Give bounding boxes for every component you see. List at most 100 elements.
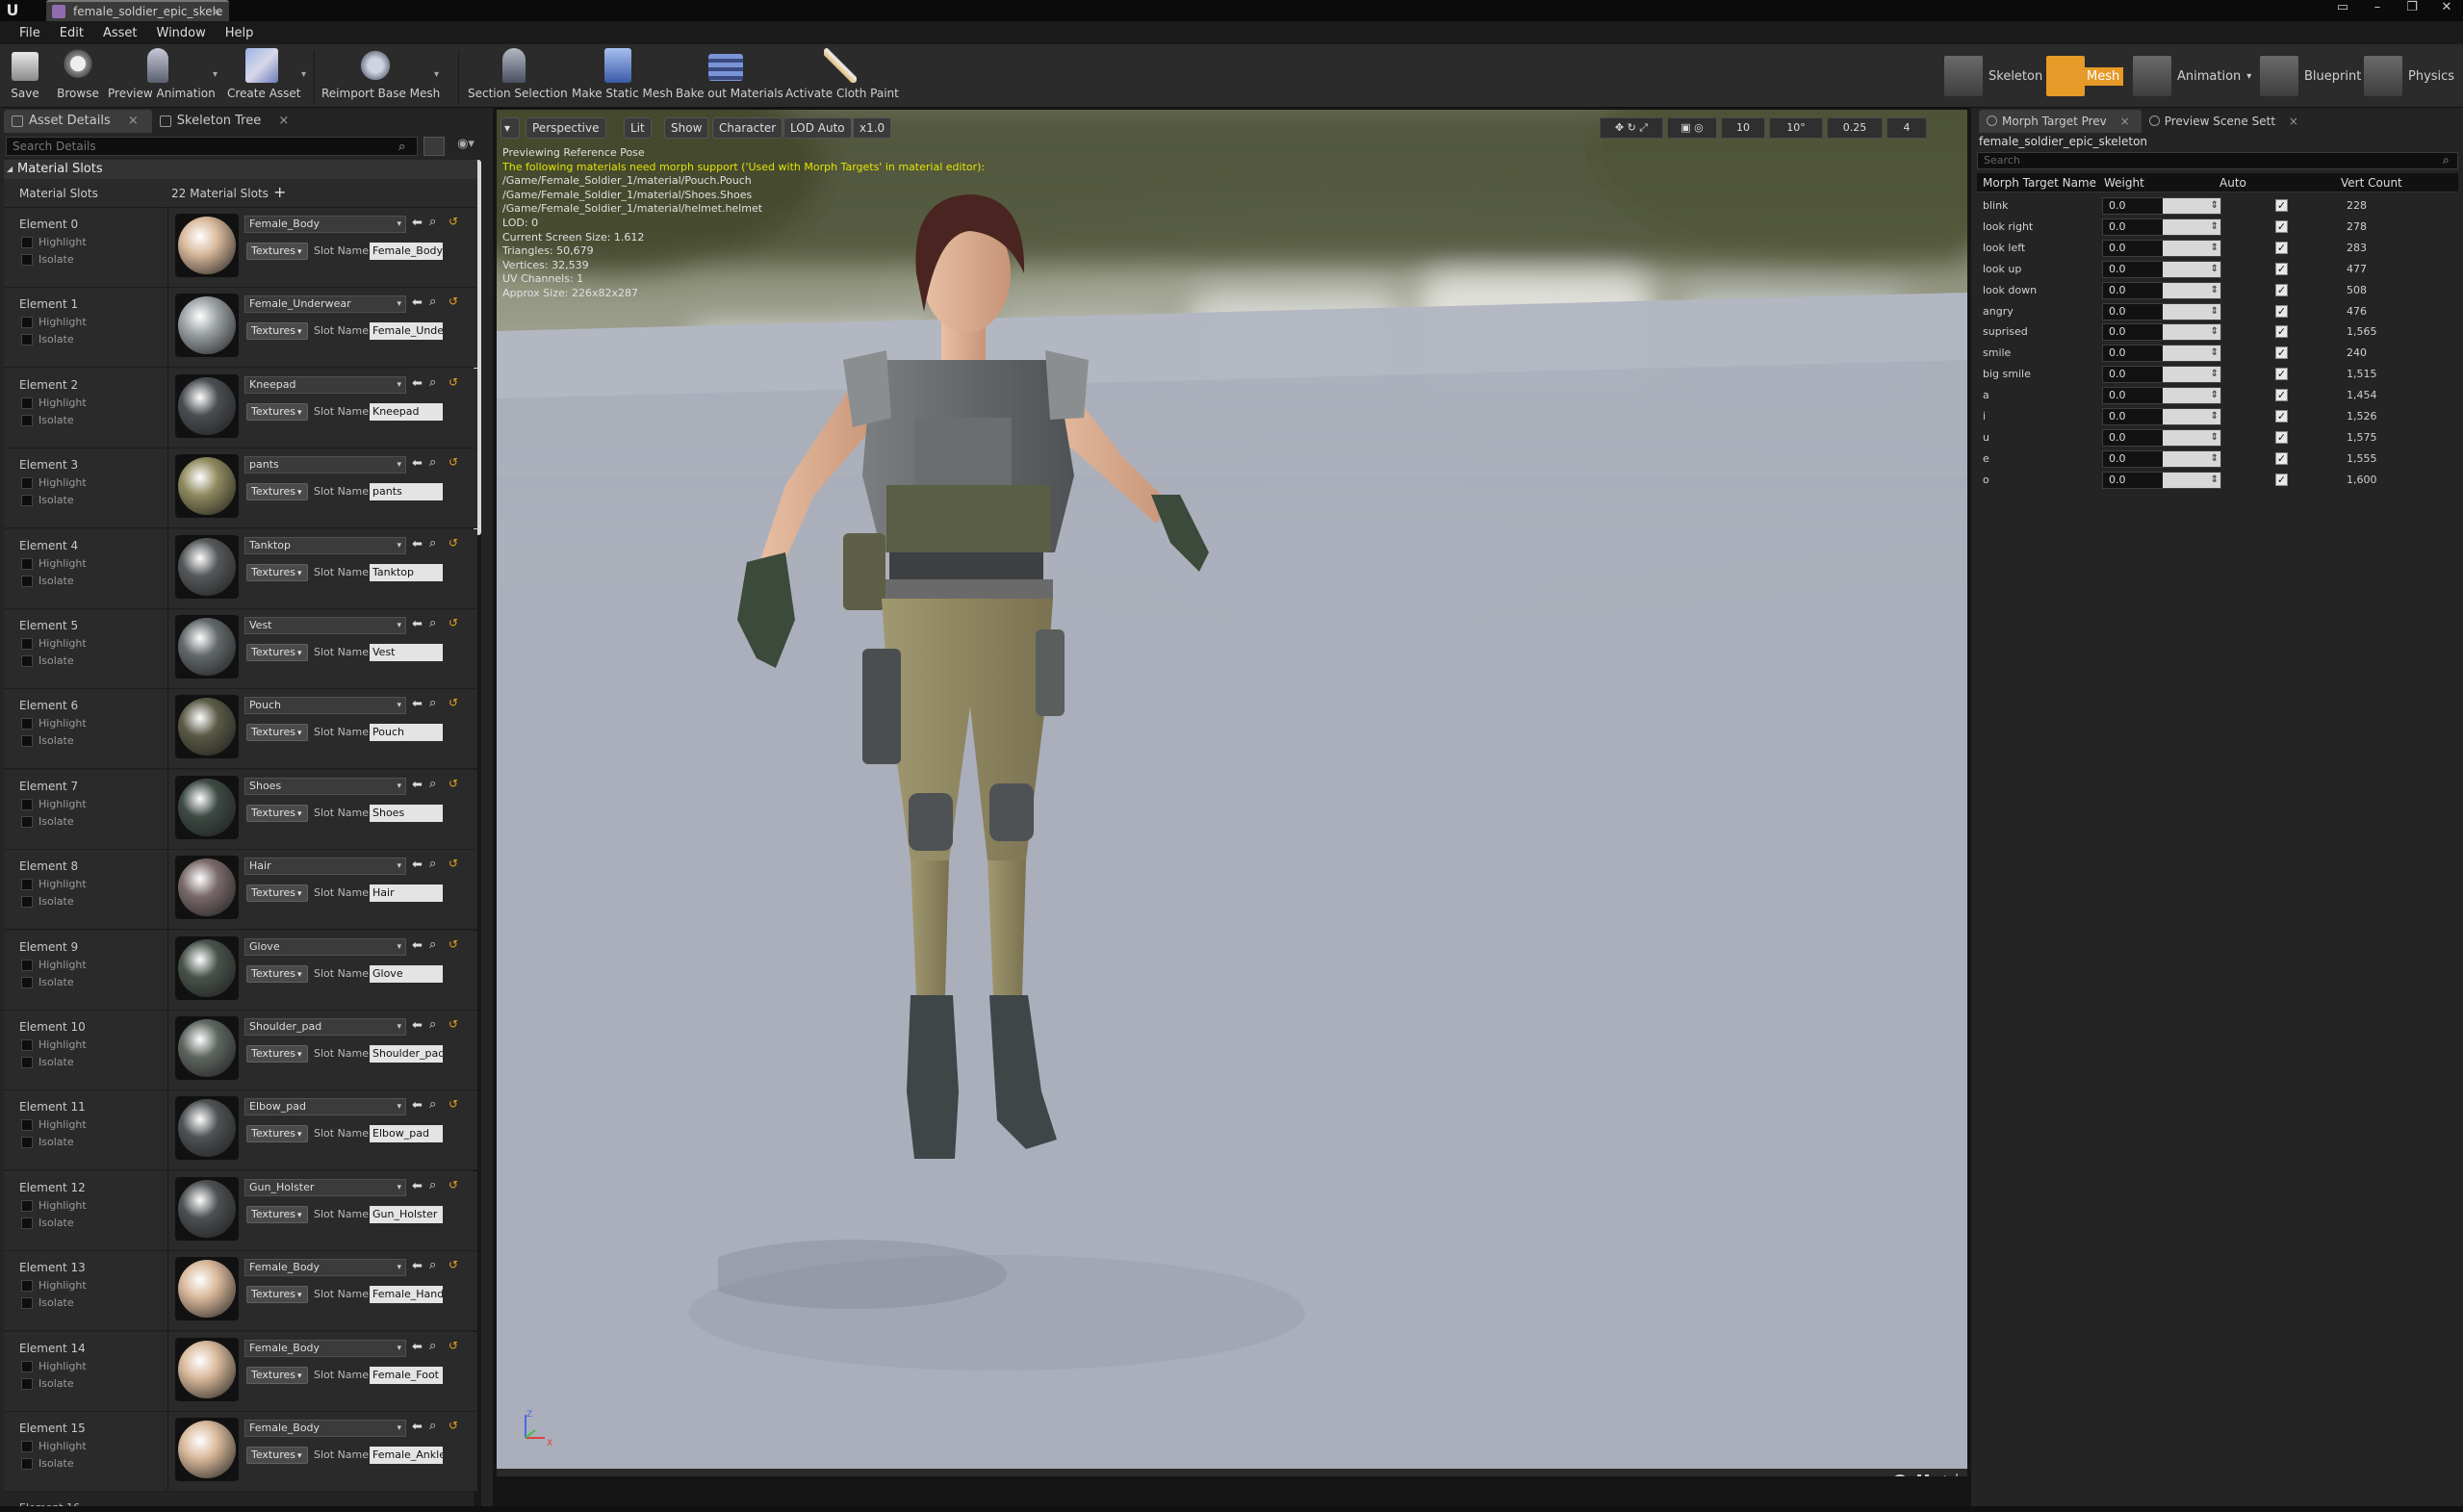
property-matrix-button[interactable] bbox=[423, 137, 445, 156]
morph-target-row[interactable]: look right 0.0 ✓ 278 bbox=[1977, 217, 2458, 238]
use-selected-asset-icon[interactable]: ⬅ bbox=[412, 456, 423, 471]
material-picker[interactable]: Elbow_pad ▾ bbox=[244, 1098, 406, 1116]
slot-name-field[interactable]: Vest bbox=[370, 644, 443, 661]
chevron-down-icon[interactable]: ▾ bbox=[301, 69, 306, 80]
slot-name-field[interactable]: Kneepad bbox=[370, 402, 443, 421]
weight-field[interactable]: 0.0 bbox=[2102, 302, 2221, 320]
textures-dropdown[interactable]: Textures ▾ bbox=[246, 724, 308, 742]
slot-name-field[interactable]: Elbow_pad bbox=[370, 1125, 443, 1143]
weight-field[interactable]: 0.0 bbox=[2102, 366, 2221, 384]
search-details-input[interactable]: Search Details bbox=[6, 137, 418, 156]
highlight-checkbox[interactable] bbox=[21, 959, 33, 971]
material-picker[interactable]: Female_Body ▾ bbox=[244, 1339, 406, 1357]
viewport-timeline-bar[interactable]: ▶| bbox=[497, 1469, 1967, 1476]
reset-to-default-icon[interactable]: ↺ bbox=[449, 375, 458, 389]
isolate-checkbox[interactable] bbox=[21, 414, 33, 426]
auto-checkbox[interactable]: ✓ bbox=[2275, 368, 2288, 381]
isolate-checkbox[interactable] bbox=[21, 1297, 33, 1310]
textures-dropdown[interactable]: Textures ▾ bbox=[246, 243, 308, 260]
section-selection-button[interactable]: Section Selection bbox=[468, 48, 568, 106]
material-picker[interactable]: Female_Body ▾ bbox=[244, 216, 406, 233]
textures-dropdown[interactable]: Textures ▾ bbox=[246, 563, 308, 581]
create-asset-button[interactable]: Create Asset ▾ bbox=[227, 48, 306, 106]
slot-name-field[interactable]: Female_Under bbox=[370, 322, 443, 341]
slot-name-field[interactable]: Tanktop bbox=[370, 563, 443, 581]
reset-to-default-icon[interactable]: ↺ bbox=[449, 455, 458, 469]
material-picker[interactable]: Vest ▾ bbox=[244, 617, 406, 634]
isolate-checkbox[interactable] bbox=[21, 976, 33, 988]
slot-name-field[interactable]: Shoulder_pad bbox=[370, 1045, 443, 1063]
slot-name-field[interactable]: Female_Ankle bbox=[370, 1447, 443, 1464]
browse-asset-icon[interactable]: ⌕ bbox=[429, 696, 436, 710]
chevron-down-icon[interactable]: ▾ bbox=[2246, 71, 2251, 82]
material-picker[interactable]: Shoulder_pad ▾ bbox=[244, 1018, 406, 1036]
material-slots-section-header[interactable]: Material Slots bbox=[4, 160, 477, 179]
auto-checkbox[interactable]: ✓ bbox=[2275, 283, 2288, 296]
rotation-snap-button[interactable]: 10° bbox=[1769, 117, 1823, 139]
slot-name-field[interactable]: pants bbox=[370, 483, 443, 501]
slot-name-field[interactable]: Hair bbox=[370, 884, 443, 903]
auto-checkbox[interactable]: ✓ bbox=[2275, 451, 2288, 465]
browse-asset-icon[interactable]: ⌕ bbox=[429, 375, 436, 390]
material-picker[interactable]: Female_Body ▾ bbox=[244, 1259, 406, 1277]
weight-slider[interactable] bbox=[2163, 450, 2220, 467]
textures-dropdown[interactable]: Textures ▾ bbox=[246, 1045, 308, 1063]
isolate-checkbox[interactable] bbox=[21, 1137, 33, 1149]
menu-edit[interactable]: Edit bbox=[50, 26, 93, 40]
slot-name-field[interactable]: Gun_Holster bbox=[370, 1205, 443, 1223]
material-thumbnail[interactable] bbox=[175, 935, 239, 1000]
restore-layout-icon[interactable]: ▭ bbox=[2332, 0, 2353, 19]
isolate-checkbox[interactable] bbox=[21, 1458, 33, 1470]
menu-asset[interactable]: Asset bbox=[93, 26, 147, 40]
auto-checkbox[interactable]: ✓ bbox=[2275, 262, 2288, 275]
mode-blueprint-button[interactable]: Blueprint bbox=[2260, 52, 2361, 100]
column-auto[interactable]: Auto bbox=[2219, 176, 2246, 190]
highlight-checkbox[interactable] bbox=[21, 1441, 33, 1452]
isolate-checkbox[interactable] bbox=[21, 655, 33, 667]
reset-to-default-icon[interactable]: ↺ bbox=[449, 616, 458, 629]
tab-morph-target-preview[interactable]: Morph Target Prev × bbox=[1979, 110, 2142, 133]
column-morph-target-name[interactable]: Morph Target Name bbox=[1983, 176, 2096, 190]
isolate-checkbox[interactable] bbox=[21, 334, 33, 346]
weight-slider[interactable] bbox=[2163, 472, 2220, 488]
viewport[interactable]: ▾ Perspective Lit Show Character LOD Aut… bbox=[497, 110, 1967, 1476]
reimport-base-mesh-button[interactable]: Reimport Base Mesh ▾ bbox=[321, 48, 440, 106]
material-thumbnail[interactable] bbox=[175, 373, 239, 438]
material-thumbnail[interactable] bbox=[175, 294, 239, 358]
tab-preview-scene-settings[interactable]: Preview Scene Sett × bbox=[2142, 110, 2310, 133]
playback-speed-button[interactable]: x1.0 bbox=[853, 117, 892, 139]
auto-checkbox[interactable]: ✓ bbox=[2275, 389, 2288, 402]
slot-name-field[interactable]: Female_Body bbox=[370, 243, 443, 260]
weight-field[interactable]: 0.0 bbox=[2102, 218, 2221, 236]
isolate-checkbox[interactable] bbox=[21, 1057, 33, 1068]
material-picker[interactable]: Kneepad ▾ bbox=[244, 375, 406, 394]
material-picker[interactable]: Gun_Holster ▾ bbox=[244, 1178, 406, 1196]
slot-name-field[interactable]: Shoes bbox=[370, 804, 443, 822]
lod-auto-button[interactable]: LOD Auto bbox=[783, 117, 852, 139]
chevron-down-icon[interactable]: ▾ bbox=[434, 69, 439, 80]
material-thumbnail[interactable] bbox=[175, 695, 239, 759]
female-soldier-character[interactable] bbox=[718, 167, 1257, 1419]
viewport-options-button[interactable]: ▾ bbox=[500, 117, 520, 139]
weight-field[interactable]: 0.0 bbox=[2102, 260, 2221, 278]
material-thumbnail[interactable] bbox=[175, 1418, 239, 1481]
material-picker[interactable]: Female_Body ▾ bbox=[244, 1420, 406, 1437]
auto-checkbox[interactable]: ✓ bbox=[2275, 241, 2288, 254]
browse-asset-icon[interactable]: ⌕ bbox=[429, 777, 436, 791]
textures-dropdown[interactable]: Textures ▾ bbox=[246, 322, 308, 341]
add-material-slot-button[interactable]: + bbox=[273, 183, 286, 201]
morph-target-row[interactable]: look down 0.0 ✓ 508 bbox=[1977, 280, 2458, 301]
chevron-down-icon[interactable]: ▾ bbox=[213, 69, 218, 80]
morph-target-row[interactable]: big smile 0.0 ✓ 1,515 bbox=[1977, 364, 2458, 385]
highlight-checkbox[interactable] bbox=[21, 1039, 33, 1051]
use-selected-asset-icon[interactable]: ⬅ bbox=[412, 1420, 423, 1434]
browse-asset-icon[interactable]: ⌕ bbox=[429, 215, 436, 229]
browse-asset-icon[interactable]: ⌕ bbox=[429, 295, 436, 309]
use-selected-asset-icon[interactable]: ⬅ bbox=[412, 537, 423, 551]
use-selected-asset-icon[interactable]: ⬅ bbox=[412, 617, 423, 631]
browse-asset-icon[interactable]: ⌕ bbox=[429, 857, 436, 871]
highlight-checkbox[interactable] bbox=[21, 798, 33, 810]
material-thumbnail[interactable] bbox=[175, 1337, 239, 1401]
browse-asset-icon[interactable]: ⌕ bbox=[429, 937, 436, 952]
close-icon[interactable]: × bbox=[2120, 115, 2130, 128]
